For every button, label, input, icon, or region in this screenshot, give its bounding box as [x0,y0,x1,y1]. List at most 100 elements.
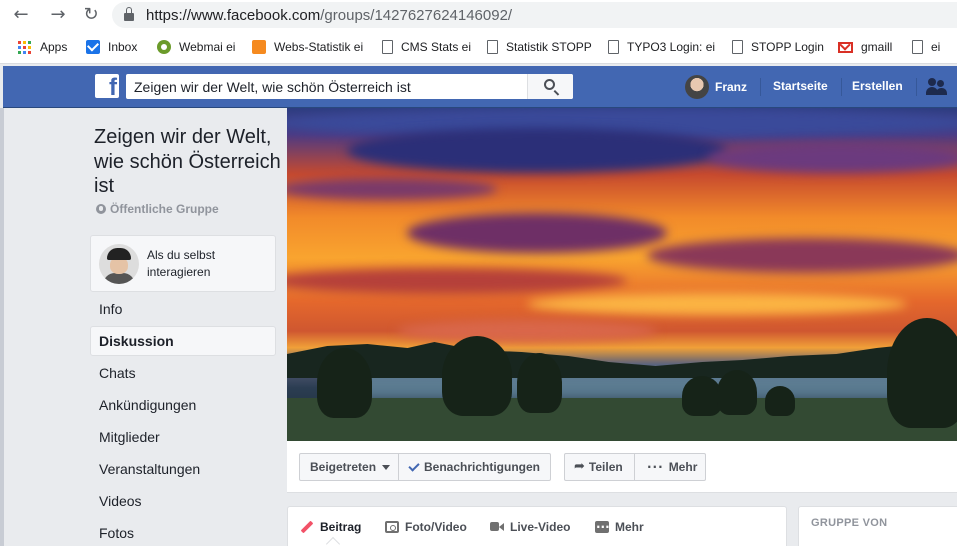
window-edge [0,108,4,546]
sidebar-item-diskussion[interactable]: Diskussion [90,326,276,356]
interact-as-self-card[interactable]: Als du selbst interagieren [90,235,276,292]
group-by-heading: GRUPPE VON [811,517,888,529]
checkmark-icon [408,459,420,472]
sidebar-item-videos[interactable]: Videos [90,486,276,516]
sidebar-item-info[interactable]: Info [90,294,276,324]
page-icon [487,40,498,54]
notifications-button[interactable]: Benachrichtigungen [398,453,551,481]
cover-cloud [407,213,667,253]
sidebar-item-chats[interactable]: Chats [90,358,276,388]
bookmark-webmail[interactable]: Webmai ei [157,38,235,56]
share-icon: ➦ [574,459,585,474]
gear-icon [157,40,171,54]
cover-tree [517,353,562,413]
cover-cloud [287,268,627,294]
bookmark-inbox[interactable]: Inbox [86,38,137,56]
group-title[interactable]: Zeigen wir der Welt, wie schön Österreic… [94,125,284,199]
cover-photo[interactable] [287,108,957,441]
cover-cloud [347,128,727,173]
bookmark-label: Webmai ei [179,40,236,54]
bookmark-label: ei [931,40,941,54]
back-arrow-icon[interactable]: ← [10,4,32,26]
share-button[interactable]: ➦ Teilen [564,453,635,481]
share-label: Teilen [588,460,623,474]
page-icon [382,40,393,54]
nav-create-link[interactable]: Erstellen [852,79,903,93]
cover-meadow [287,398,957,441]
address-bar[interactable]: https://www.facebook.com/groups/14276276… [112,2,957,28]
cover-tree [442,336,512,416]
reload-icon[interactable]: ↻ [80,4,102,26]
friend-requests-icon[interactable] [926,78,948,96]
url-text[interactable]: https://www.facebook.com/groups/14276276… [146,7,512,24]
apps-grid-icon [18,40,32,54]
cover-treeline [287,342,957,378]
globe-icon [96,204,106,214]
video-camera-icon [490,521,504,533]
search-input[interactable] [126,74,526,99]
group-privacy: Öffentliche Gruppe [96,202,219,216]
bookmark-stopp-login[interactable]: STOPP Login [732,38,824,56]
url-host: https://www.facebook.com [146,7,321,24]
group-privacy-label: Öffentliche Gruppe [110,202,219,216]
statistics-icon [252,40,266,54]
gmail-icon [838,41,853,53]
bookmark-gmail[interactable]: gmaill [838,38,892,56]
bookmark-label: Webs-Statistik ei [274,40,364,54]
profile-link[interactable]: Franz [685,75,747,99]
tab-label: Foto/Video [405,520,467,534]
tab-live-video[interactable]: Live-Video [490,517,570,537]
nav-home-link[interactable]: Startseite [773,79,828,93]
bookmark-ei[interactable]: ei [912,38,940,56]
tab-label: Beitrag [320,520,362,534]
more-dots-icon [595,517,610,537]
group-action-bar: Beigetreten Benachrichtigungen ➦ Teilen ·… [287,441,957,493]
cover-cloud [397,320,657,342]
bookmark-cms-stats[interactable]: CMS Stats ei [382,38,471,56]
notifications-label: Benachrichtigungen [424,460,541,474]
joined-button[interactable]: Beigetreten [299,453,399,481]
cover-cloud [647,238,957,273]
sidebar-item-mitglieder[interactable]: Mitglieder [90,422,276,452]
cover-tree [317,348,372,418]
forward-arrow-icon[interactable]: → [47,4,69,26]
page-icon [608,40,619,54]
interact-as-self-label: Als du selbst interagieren [147,248,216,279]
tab-mehr[interactable]: Mehr [595,517,644,537]
sidebar-item-veranstaltungen[interactable]: Veranstaltungen [90,454,276,484]
lock-icon [124,7,134,21]
cover-tree [765,386,795,416]
group-by-panel: GRUPPE VON [798,506,957,546]
sidebar-item-fotos[interactable]: Fotos [90,518,276,546]
profile-name: Franz [715,80,748,94]
search-icon [544,79,555,90]
bookmark-label: Apps [40,40,68,54]
header-divider [841,78,842,96]
sidebar-item-ankuendigungen[interactable]: Ankündigungen [90,390,276,420]
bookmark-apps[interactable]: Apps [18,38,67,56]
cover-cloud [707,143,957,173]
camera-icon [385,521,399,533]
tab-beitrag[interactable]: Beitrag [300,517,361,537]
avatar [99,244,139,284]
page-icon [732,40,743,54]
more-dots-icon: ··· [647,460,664,474]
bookmark-webs-statistik[interactable]: Webs-Statistik ei [252,38,363,56]
bookmark-statistik-stopp[interactable]: Statistik STOPP [487,38,592,56]
facebook-header: f Franz Startseite Erstellen [3,66,957,108]
bookmark-label: TYPO3 Login: ei [627,40,716,54]
bookmark-typo3-login[interactable]: TYPO3 Login: ei [608,38,715,56]
bookmarks-bar: Apps Inbox Webmai ei Webs-Statistik ei C… [0,30,957,64]
url-path: /groups/1427627624146092/ [320,7,513,24]
chevron-down-icon [382,464,391,470]
pencil-icon [300,521,314,533]
more-label: Mehr [668,460,698,474]
search-button[interactable] [527,74,573,99]
more-button[interactable]: ··· Mehr [634,453,706,481]
bookmark-label: Inbox [108,40,138,54]
tab-foto-video[interactable]: Foto/Video [385,517,467,537]
facebook-logo-icon[interactable]: f [95,74,119,98]
cover-cloud [287,178,497,200]
page-icon [912,40,923,54]
cover-tree [682,376,722,416]
